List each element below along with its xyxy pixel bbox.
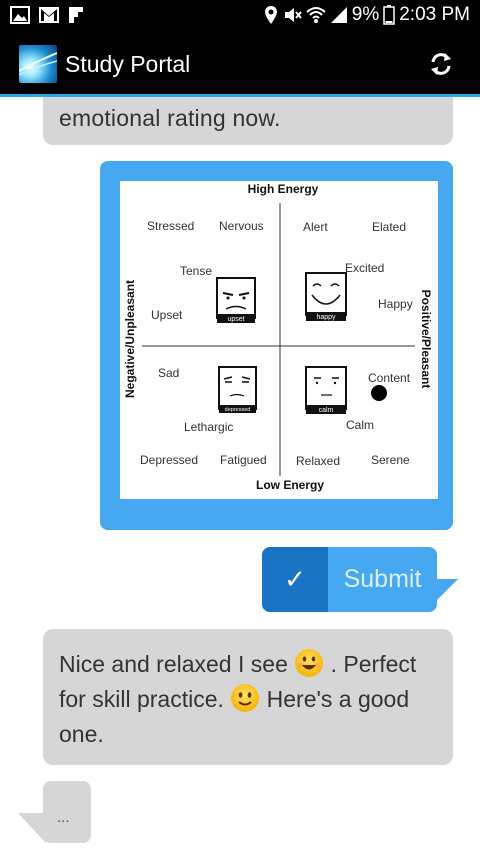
chat-area[interactable]: emotional rating now. High Energy Low En… (0, 97, 480, 853)
word-upset[interactable]: Upset (151, 308, 183, 322)
word-nervous[interactable]: Nervous (219, 219, 264, 233)
label-positive: Positive/Pleasant (419, 290, 433, 389)
label-high-energy: High Energy (248, 182, 319, 196)
app-logo (19, 45, 57, 83)
mute-icon (282, 5, 302, 25)
typing-bubble-tail (18, 813, 46, 843)
signal-icon (330, 6, 348, 24)
submit-button[interactable]: ✓ Submit (262, 547, 437, 612)
word-depressed[interactable]: Depressed (140, 453, 198, 467)
gmail-icon (38, 6, 60, 24)
battery-icon (383, 5, 395, 25)
battery-percent: 9% (351, 4, 380, 25)
typing-indicator: ... (43, 781, 91, 843)
word-sad[interactable]: Sad (158, 366, 179, 380)
submit-label: Submit (343, 565, 422, 593)
flipboard-icon (68, 6, 84, 24)
word-fatigued[interactable]: Fatigued (220, 453, 267, 467)
location-icon (264, 5, 278, 25)
app-bar: Study Portal (0, 33, 480, 94)
wifi-icon (306, 6, 326, 24)
word-relaxed[interactable]: Relaxed (296, 454, 340, 468)
system-status: 9% 2:03 PM (264, 4, 470, 26)
typing-dots: ... (57, 809, 70, 826)
face-upset: upset (216, 277, 256, 323)
status-bar: 9% 2:03 PM (0, 0, 480, 33)
word-elated[interactable]: Elated (372, 220, 406, 234)
svg-text:upset: upset (227, 316, 244, 323)
face-calm: calm (305, 366, 347, 414)
mood-grid-card: High Energy Low Energy Negative/Unpleasa… (100, 161, 453, 530)
svg-text:happy: happy (316, 314, 336, 321)
word-excited[interactable]: Excited (345, 261, 384, 275)
word-content[interactable]: Content (368, 371, 411, 385)
face-happy: happy (305, 272, 347, 321)
svg-text:calm: calm (319, 407, 334, 414)
face-depressed: depressed (218, 366, 257, 413)
check-icon: ✓ (262, 547, 328, 612)
word-alert[interactable]: Alert (303, 220, 328, 234)
refresh-button[interactable] (428, 51, 454, 77)
bot-message-text: Nice and relaxed I see . Perfect for ski… (59, 647, 444, 752)
screen: 9% 2:03 PM Study Portal emotional rating… (0, 0, 480, 853)
svg-text:depressed: depressed (225, 407, 251, 413)
label-low-energy: Low Energy (256, 478, 324, 492)
bot-message-text: emotional rating now. (59, 105, 281, 131)
app-title: Study Portal (65, 51, 191, 77)
word-stressed[interactable]: Stressed (147, 219, 194, 233)
mood-grid[interactable]: High Energy Low Energy Negative/Unpleasa… (120, 181, 438, 499)
notification-icons (10, 6, 84, 24)
word-calm[interactable]: Calm (346, 418, 374, 432)
bot-message-previous: emotional rating now. (43, 97, 453, 145)
word-happy[interactable]: Happy (378, 297, 413, 311)
clock: 2:03 PM (399, 4, 470, 25)
word-lethargic[interactable]: Lethargic (184, 420, 233, 434)
submit-bubble: ✓ Submit (262, 547, 458, 613)
label-negative: Negative/Unpleasant (123, 280, 137, 398)
grinning-emoji-icon (294, 648, 324, 678)
selection-marker[interactable] (371, 385, 387, 401)
word-serene[interactable]: Serene (371, 453, 410, 467)
refresh-icon (431, 53, 451, 75)
bot-message: Nice and relaxed I see . Perfect for ski… (43, 629, 453, 765)
image-icon (10, 6, 30, 24)
word-tense[interactable]: Tense (180, 264, 212, 278)
smile-emoji-icon (230, 683, 260, 713)
